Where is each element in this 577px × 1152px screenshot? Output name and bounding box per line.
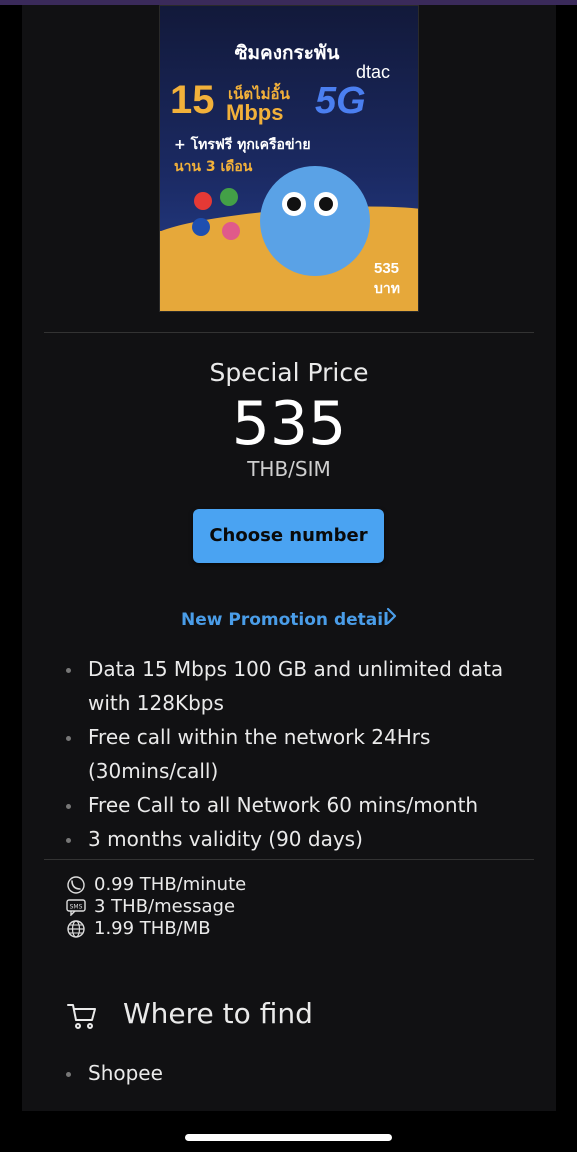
sim-card-mascot: [260, 166, 370, 276]
feature-list: Data 15 Mbps 100 GB and unlimited data w…: [66, 652, 536, 856]
rate-call-text: 0.99 THB/minute: [94, 874, 247, 895]
youtube-icon: [194, 192, 212, 210]
chevron-right-icon[interactable]: [384, 606, 398, 626]
phone-call-icon: [67, 876, 85, 894]
sms-icon-text: SMS: [70, 904, 83, 911]
mascot-eye-left: [282, 192, 306, 216]
special-price-label: Special Price: [209, 358, 369, 387]
mascot-eye-right: [314, 192, 338, 216]
store-list: Shopee: [66, 1061, 163, 1085]
phone-app-icon: [222, 222, 240, 240]
sms-icon: SMS: [66, 899, 86, 916]
product-card: ซิมคงกระพัน 15 เน็ตไม่อั้น Mbps dtac 5G …: [22, 5, 556, 1111]
rate-sms: SMS 3 THB/message: [66, 896, 246, 918]
price-value: 535: [231, 389, 347, 459]
feature-item: Data 15 Mbps 100 GB and unlimited data w…: [66, 652, 536, 720]
sim-card-image: ซิมคงกระพัน 15 เน็ตไม่อั้น Mbps dtac 5G …: [159, 5, 419, 312]
globe-icon: [67, 920, 85, 938]
sim-card-speed-unit: Mbps: [226, 100, 284, 125]
feature-item: Free Call to all Network 60 mins/month: [66, 788, 536, 822]
line-icon: [220, 188, 238, 206]
rates-list: 0.99 THB/minute SMS 3 THB/message 1.99 T…: [66, 874, 246, 940]
new-promotion-detail-link[interactable]: New Promotion detail: [181, 610, 389, 630]
where-to-find-title: Where to find: [123, 997, 313, 1030]
feature-item: 3 months validity (90 days): [66, 822, 536, 856]
rate-call: 0.99 THB/minute: [66, 874, 246, 896]
rate-data: 1.99 THB/MB: [66, 918, 246, 940]
store-item-shopee[interactable]: Shopee: [66, 1061, 163, 1085]
cart-icon: [67, 1004, 96, 1029]
sim-card-app-icons: [190, 188, 250, 248]
sim-card-price-unit: บาท: [374, 281, 400, 297]
divider-top: [44, 332, 534, 333]
feature-item: Free call within the network 24Hrs (30mi…: [66, 720, 536, 788]
sim-card-speed-number: 15: [170, 78, 215, 122]
sim-card-price: 535: [374, 260, 400, 277]
choose-number-button[interactable]: Choose number: [193, 509, 384, 563]
rate-sms-text: 3 THB/message: [94, 896, 236, 917]
price-unit: THB/SIM: [247, 457, 331, 481]
divider-middle: [44, 859, 534, 860]
home-indicator[interactable]: [185, 1134, 392, 1141]
facebook-icon: [192, 218, 210, 236]
rate-data-text: 1.99 THB/MB: [94, 918, 211, 939]
sim-card-network: 5G: [315, 80, 366, 122]
sim-card-duration: นาน 3 เดือน: [174, 159, 253, 175]
sim-card-call-text: + โทรฟรี ทุกเครือข่าย: [174, 137, 311, 153]
